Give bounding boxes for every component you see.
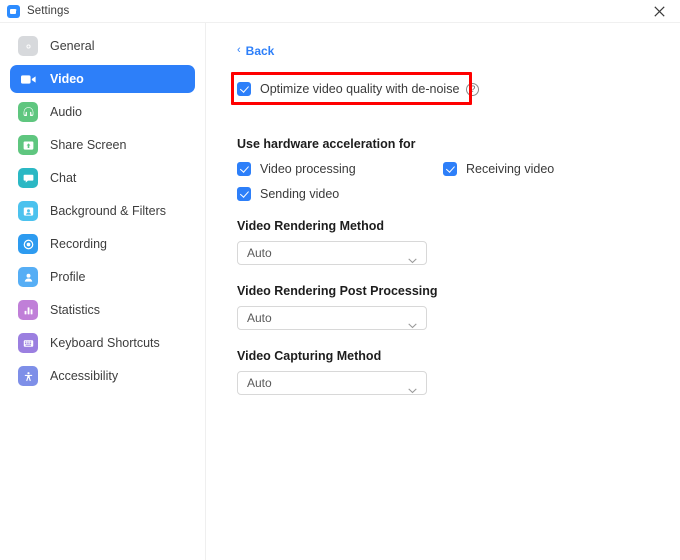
sidebar-item-background-filters[interactable]: Background & Filters: [10, 197, 195, 225]
sidebar-item-label: Accessibility: [50, 369, 119, 383]
headphones-icon: [18, 102, 38, 122]
chat-bubble-icon: [18, 168, 38, 188]
video-camera-icon: [18, 69, 38, 89]
sidebar-item-label: Chat: [50, 171, 77, 185]
hw-accel-option-label: Receiving video: [466, 162, 555, 176]
select-value: Auto: [247, 246, 272, 260]
hw-accel-video-processing-row[interactable]: Video processing: [237, 162, 356, 176]
sidebar-item-profile[interactable]: Profile: [10, 263, 195, 291]
hw-accel-option-label: Sending video: [260, 187, 340, 201]
hw-accel-sending-video-checkbox[interactable]: [237, 187, 251, 201]
gear-icon: [18, 36, 38, 56]
title-bar: Settings: [0, 0, 680, 22]
window-title: Settings: [27, 5, 70, 17]
keyboard-icon: [18, 333, 38, 353]
sidebar-item-general[interactable]: General: [10, 32, 195, 60]
denoise-label: Optimize video quality with de-noise: [260, 82, 460, 96]
sidebar-item-label: Video: [50, 72, 84, 86]
video-rendering-post-processing-title: Video Rendering Post Processing: [237, 284, 438, 298]
sidebar-item-label: Background & Filters: [50, 204, 167, 218]
select-value: Auto: [247, 376, 272, 390]
bar-chart-icon: [18, 300, 38, 320]
sidebar-item-recording[interactable]: Recording: [10, 230, 195, 258]
hw-accel-sending-video-row[interactable]: Sending video: [237, 187, 339, 201]
denoise-checkbox-row[interactable]: Optimize video quality with de-noise ?: [237, 82, 480, 96]
sidebar-item-label: Statistics: [50, 303, 101, 317]
record-icon: [18, 234, 38, 254]
video-rendering-method-title: Video Rendering Method: [237, 219, 384, 233]
chevron-down-icon: [408, 251, 417, 269]
hw-accel-video-processing-checkbox[interactable]: [237, 162, 251, 176]
sidebar-item-label: Keyboard Shortcuts: [50, 336, 160, 350]
video-rendering-post-processing-select[interactable]: Auto: [237, 306, 427, 330]
accessibility-icon: [18, 366, 38, 386]
sidebar-item-share-screen[interactable]: Share Screen: [10, 131, 195, 159]
close-icon: [653, 5, 665, 17]
video-capturing-method-title: Video Capturing Method: [237, 349, 382, 363]
settings-content: ‹ Back Optimize video quality with de-no…: [206, 23, 680, 560]
denoise-checkbox[interactable]: [237, 82, 251, 96]
sidebar-item-accessibility[interactable]: Accessibility: [10, 362, 195, 390]
sidebar-item-label: Audio: [50, 105, 82, 119]
sidebar-item-label: Recording: [50, 237, 107, 251]
settings-window: Settings General Video Audio Share Scree…: [0, 0, 680, 560]
hw-accel-receiving-video-checkbox[interactable]: [443, 162, 457, 176]
back-link[interactable]: ‹ Back: [237, 44, 274, 58]
hardware-acceleration-title: Use hardware acceleration for: [237, 137, 416, 151]
sidebar: General Video Audio Share Screen Chat Ba…: [0, 23, 205, 560]
video-capturing-method-select[interactable]: Auto: [237, 371, 427, 395]
back-label: Back: [245, 44, 275, 58]
zoom-logo-icon: [7, 4, 20, 18]
select-value: Auto: [247, 311, 272, 325]
hw-accel-option-label: Video processing: [260, 162, 356, 176]
sidebar-item-keyboard-shortcuts[interactable]: Keyboard Shortcuts: [10, 329, 195, 357]
sidebar-item-statistics[interactable]: Statistics: [10, 296, 195, 324]
chevron-left-icon: ‹: [237, 44, 241, 56]
video-rendering-method-select[interactable]: Auto: [237, 241, 427, 265]
sidebar-item-label: General: [50, 39, 95, 53]
close-button[interactable]: [638, 0, 680, 22]
hw-accel-receiving-video-row[interactable]: Receiving video: [443, 162, 554, 176]
sidebar-item-label: Share Screen: [50, 138, 127, 152]
title-bar-left: Settings: [0, 4, 70, 18]
sidebar-item-chat[interactable]: Chat: [10, 164, 195, 192]
person-icon: [18, 267, 38, 287]
background-filters-icon: [18, 201, 38, 221]
chevron-down-icon: [408, 381, 417, 399]
question-mark-icon[interactable]: ?: [466, 82, 480, 96]
chevron-down-icon: [408, 316, 417, 334]
sidebar-item-audio[interactable]: Audio: [10, 98, 195, 126]
share-screen-icon: [18, 135, 38, 155]
sidebar-item-label: Profile: [50, 270, 86, 284]
sidebar-item-video[interactable]: Video: [10, 65, 195, 93]
